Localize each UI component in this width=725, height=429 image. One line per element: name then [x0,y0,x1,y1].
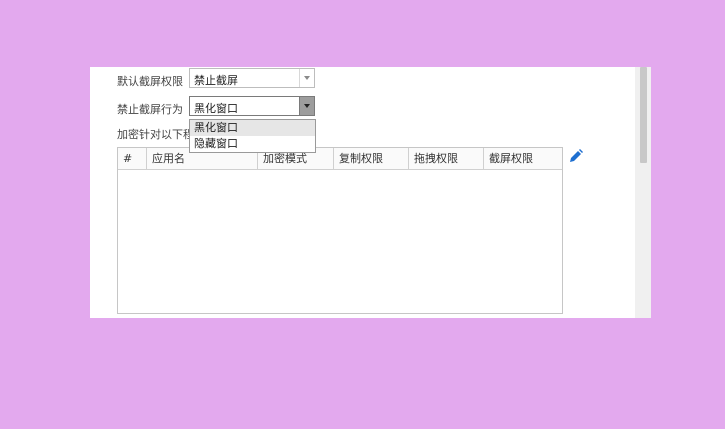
dropdown-option-blacken-window[interactable]: 黑化窗口 [190,120,315,136]
scrollbar-thumb[interactable] [640,67,647,163]
column-header-copy-permission[interactable]: 复制权限 [334,148,409,169]
vertical-scrollbar[interactable] [635,67,651,318]
default-screenshot-permission-label: 默认截屏权限 [117,75,183,88]
dropdown-arrow[interactable] [299,97,314,115]
column-header-drag-permission[interactable]: 拖拽权限 [409,148,484,169]
column-header-screenshot-permission[interactable]: 截屏权限 [484,148,562,169]
column-header-index[interactable]: # [118,148,147,169]
app-permission-table: # 应用名 加密模式 复制权限 拖拽权限 截屏权限 [117,147,563,314]
select-value: 黑化窗口 [194,102,238,115]
screenshot-block-behavior-select[interactable]: 黑化窗口 [189,96,315,116]
chevron-down-icon [304,76,310,80]
behavior-dropdown-list: 黑化窗口 隐藏窗口 [189,119,316,153]
default-screenshot-permission-select[interactable]: 禁止截屏 [189,68,315,88]
pencil-icon[interactable] [568,148,584,164]
table-body [118,170,562,313]
table-header: # 应用名 加密模式 复制权限 拖拽权限 截屏权限 [118,148,562,170]
chevron-down-icon [304,104,310,108]
encrypted-apps-label: 加密针对以下程 [117,128,194,141]
screenshot-block-behavior-label: 禁止截屏行为 [117,103,183,116]
dropdown-option-hide-window[interactable]: 隐藏窗口 [190,136,315,152]
dropdown-arrow[interactable] [299,69,314,87]
select-value: 禁止截屏 [194,74,238,87]
